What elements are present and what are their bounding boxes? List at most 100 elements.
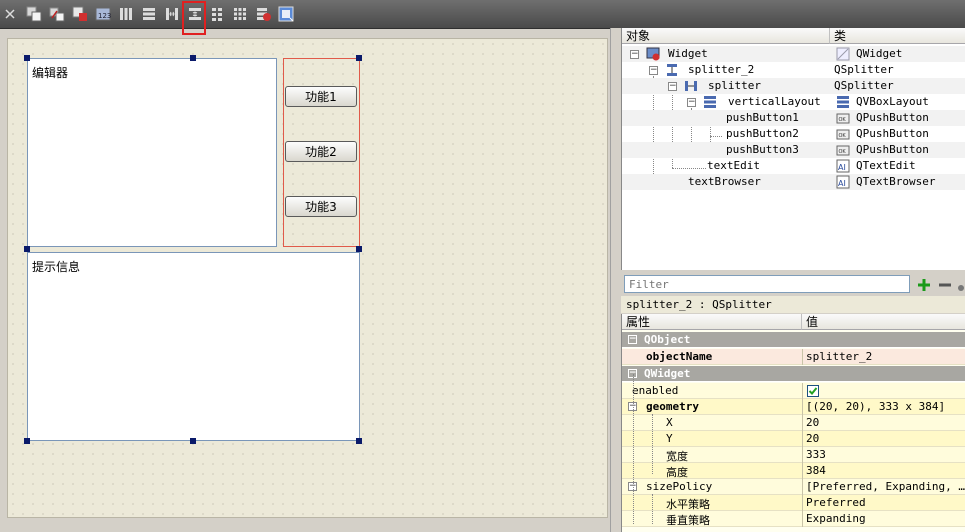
- tree-item-name: textBrowser: [688, 175, 761, 188]
- property-value[interactable]: [Preferred, Expanding, …: [806, 480, 965, 493]
- collapse-icon[interactable]: −: [630, 50, 639, 59]
- function-2-button[interactable]: 功能2: [285, 141, 357, 162]
- tree-item-name: pushButton2: [726, 127, 799, 140]
- property-value[interactable]: 333: [806, 448, 826, 461]
- tree-item-class: QSplitter: [834, 63, 894, 76]
- edit-widgets-icon[interactable]: [24, 4, 44, 24]
- tree-item-widget[interactable]: − Widget QWidget: [622, 46, 965, 62]
- value-column-header[interactable]: 值: [802, 314, 965, 330]
- tree-item-name: verticalLayout: [728, 95, 821, 108]
- property-group-qobject[interactable]: − QObject: [622, 332, 965, 348]
- function-1-button[interactable]: 功能1: [285, 86, 357, 107]
- text-edit-class-icon: AI: [836, 159, 850, 173]
- property-row-height[interactable]: 高度 384: [622, 463, 965, 479]
- property-row-objectname[interactable]: objectName splitter_2: [622, 349, 965, 365]
- property-editor: 属性 值 − QObject objectName splitter_2 − Q…: [621, 314, 965, 532]
- break-layout-icon[interactable]: [253, 4, 273, 24]
- selection-handle[interactable]: [24, 438, 30, 444]
- tree-item-class: QTextEdit: [856, 159, 916, 172]
- collapse-icon[interactable]: −: [628, 335, 637, 344]
- layout-vertical-icon: [704, 96, 716, 108]
- edit-buddies-icon[interactable]: [70, 4, 90, 24]
- function-3-button[interactable]: 功能3: [285, 196, 357, 217]
- tree-item-pushbutton3[interactable]: pushButton3 OK QPushButton: [622, 142, 965, 158]
- collapse-icon[interactable]: −: [668, 82, 677, 91]
- property-row-enabled[interactable]: enabled: [622, 383, 965, 399]
- tree-item-splitter-2[interactable]: − splitter_2 QSplitter: [622, 62, 965, 78]
- selected-object-label: splitter_2 : QSplitter: [621, 296, 965, 313]
- object-column-header[interactable]: 对象: [622, 28, 830, 44]
- splitter-horizontal-icon[interactable]: [162, 4, 182, 24]
- layout-horizontal-icon[interactable]: [116, 4, 136, 24]
- property-value[interactable]: [(20, 20), 333 x 384]: [806, 400, 945, 413]
- property-name: enabled: [632, 384, 679, 397]
- property-row-hpolicy[interactable]: 水平策略 Preferred: [622, 495, 965, 511]
- form-editor-toolbar: 123: [0, 0, 965, 29]
- property-value[interactable]: 20: [806, 432, 819, 445]
- tree-item-verticallayout[interactable]: − verticalLayout QVBoxLayout: [622, 94, 965, 110]
- svg-text:AI: AI: [838, 163, 846, 172]
- tree-item-splitter[interactable]: − splitter QSplitter: [622, 78, 965, 94]
- tree-item-class: QVBoxLayout: [856, 95, 929, 108]
- collapse-icon[interactable]: −: [687, 98, 696, 107]
- close-icon[interactable]: [0, 4, 20, 24]
- property-filter-bar: [621, 273, 965, 295]
- property-name: X: [666, 416, 673, 429]
- splitter-horizontal-icon: [685, 81, 697, 91]
- property-filter-input[interactable]: [624, 275, 910, 293]
- settings-icon[interactable]: [956, 277, 965, 293]
- adjust-size-icon[interactable]: [276, 4, 296, 24]
- tree-item-name: pushButton3: [726, 143, 799, 156]
- tree-item-name: textEdit: [707, 159, 760, 172]
- remove-property-icon[interactable]: [937, 277, 953, 293]
- property-name: 高度: [666, 466, 688, 479]
- tree-item-textedit[interactable]: textEdit AI QTextEdit: [622, 158, 965, 174]
- text-browser-widget[interactable]: 提示信息: [27, 252, 360, 441]
- collapse-icon[interactable]: −: [649, 66, 658, 75]
- property-row-width[interactable]: 宽度 333: [622, 447, 965, 463]
- tree-item-class: QTextBrowser: [856, 175, 936, 188]
- tree-item-pushbutton1[interactable]: pushButton1 OK QPushButton: [622, 110, 965, 126]
- property-column-header[interactable]: 属性: [622, 314, 802, 330]
- class-column-header[interactable]: 类: [830, 28, 965, 44]
- enabled-checkbox[interactable]: [807, 385, 819, 397]
- tree-item-class: QPushButton: [856, 127, 929, 140]
- object-inspector: 对象 类 − Widget QWidget − splitter_2 QSpli…: [621, 28, 965, 270]
- toolbar-highlight-box: [182, 1, 206, 35]
- property-value[interactable]: Expanding: [806, 512, 866, 525]
- push-button-class-icon: OK: [836, 129, 850, 140]
- property-name: 垂直策略: [666, 514, 710, 527]
- selection-handle[interactable]: [190, 55, 196, 61]
- layout-form-icon[interactable]: [207, 4, 227, 24]
- selection-handle[interactable]: [24, 55, 30, 61]
- property-row-vpolicy[interactable]: 垂直策略 Expanding: [622, 511, 965, 527]
- property-value[interactable]: 20: [806, 416, 819, 429]
- svg-text:123: 123: [98, 12, 111, 20]
- property-value[interactable]: Preferred: [806, 496, 866, 509]
- tree-item-textbrowser[interactable]: textBrowser AI QTextBrowser: [622, 174, 965, 190]
- property-row-y[interactable]: Y 20: [622, 431, 965, 447]
- property-row-sizepolicy[interactable]: − sizePolicy [Preferred, Expanding, …: [622, 479, 965, 495]
- text-edit-widget[interactable]: 编辑器: [27, 58, 277, 247]
- property-value[interactable]: splitter_2: [806, 350, 872, 363]
- edit-tab-order-icon[interactable]: 123: [93, 4, 113, 24]
- property-group-qwidget[interactable]: − QWidget: [622, 366, 965, 382]
- layout-vertical-icon[interactable]: [139, 4, 159, 24]
- add-property-icon[interactable]: [916, 277, 932, 293]
- property-value[interactable]: 384: [806, 464, 826, 477]
- selection-handle[interactable]: [190, 438, 196, 444]
- property-name: 水平策略: [666, 498, 710, 511]
- layout-grid-icon[interactable]: [230, 4, 250, 24]
- selection-handle[interactable]: [356, 246, 362, 252]
- property-row-x[interactable]: X 20: [622, 415, 965, 431]
- tree-item-class: QPushButton: [856, 111, 929, 124]
- property-row-geometry[interactable]: − geometry [(20, 20), 333 x 384]: [622, 399, 965, 415]
- svg-text:AI: AI: [838, 179, 846, 188]
- property-name: 宽度: [666, 450, 688, 463]
- selection-handle[interactable]: [356, 438, 362, 444]
- selection-handle[interactable]: [356, 55, 362, 61]
- selection-handle[interactable]: [24, 246, 30, 252]
- tree-item-pushbutton2[interactable]: pushButton2 OK QPushButton: [622, 126, 965, 142]
- tree-item-name: splitter_2: [688, 63, 755, 76]
- edit-signals-icon[interactable]: [47, 4, 67, 24]
